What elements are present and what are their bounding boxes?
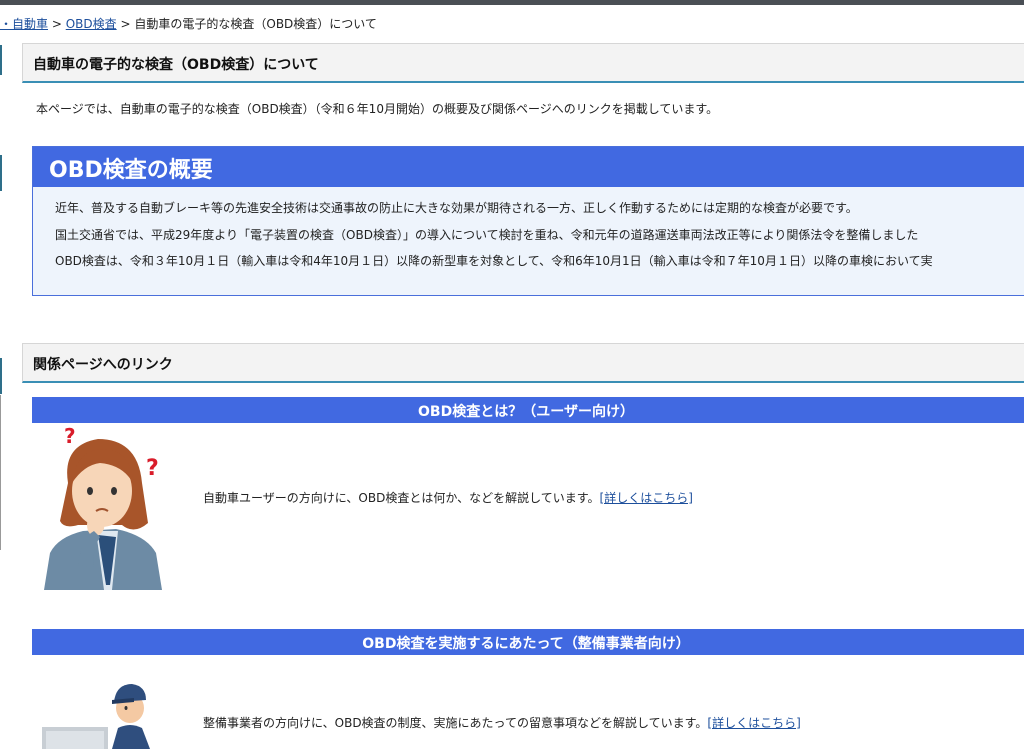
details-link[interactable]: [詳しくはこちら] [600,491,693,505]
link-item-title: OBD検査とは？（ユーザー向け） [418,404,634,420]
overview-line: OBD検査は、令和３年10月１日（輸入車は令和4年10月１日）以降の新型車を対象… [55,254,933,268]
confused-woman-illustration-icon: ? ? [44,425,162,590]
left-rule [0,358,2,394]
breadcrumb-separator: > [120,17,131,31]
overview-line: 近年、普及する自動ブレーキ等の先進安全技術は交通事故の防止に大きな効果が期待され… [55,201,858,215]
link-item-text: 自動車ユーザーの方向けに、OBD検査とは何か、などを解説しています。 [203,491,600,505]
breadcrumb-current: 自動車の電子的な検査（OBD検査）について [134,17,377,31]
breadcrumb-link-obd[interactable]: OBD検査 [66,17,117,31]
svg-text:?: ? [146,456,159,481]
left-rule [0,45,2,75]
lead-text: 本ページでは、自動車の電子的な検査（OBD検査）（令和６年10月開始）の概要及び… [36,102,719,116]
mechanic-illustration-icon [42,684,150,749]
overview-line: 国土交通省では、平成29年度より「電子装置の検査（OBD検査）」の導入について検… [55,228,919,242]
left-rule [0,395,1,550]
details-link[interactable]: [詳しくはこちら] [707,716,800,730]
link-item-text: 整備事業者の方向けに、OBD検査の制度、実施にあたっての留意事項などを解説してい… [203,716,708,730]
page-title: 自動車の電子的な検査（OBD検査）について [33,57,319,73]
window-top-bar [0,0,1024,5]
link-item-title-bar: OBD検査を実施するにあたって（整備事業者向け） [32,629,1024,655]
overview-title-bar: OBD検査の概要 [33,147,1024,187]
link-item-title-bar: OBD検査とは？（ユーザー向け） [32,397,1024,423]
page-title-bar: 自動車の電子的な検査（OBD検査）について [22,43,1024,83]
overview-title: OBD検査の概要 [49,158,213,183]
breadcrumb: ・自動車 > OBD検査 > 自動車の電子的な検査（OBD検査）について [0,15,377,31]
svg-text:?: ? [64,425,76,448]
left-rule [0,155,2,191]
breadcrumb-link-vehicle[interactable]: ・自動車 [0,17,48,31]
link-item-title: OBD検査を実施するにあたって（整備事業者向け） [362,636,690,652]
link-item-description: 自動車ユーザーの方向けに、OBD検査とは何か、などを解説しています。[詳しくはこ… [203,489,693,506]
breadcrumb-separator: > [51,17,62,31]
overview-box: OBD検査の概要 近年、普及する自動ブレーキ等の先進安全技術は交通事故の防止に大… [32,146,1024,296]
link-item-description: 整備事業者の方向けに、OBD検査の制度、実施にあたっての留意事項などを解説してい… [203,714,801,731]
links-heading: 関係ページへのリンク [33,357,173,373]
links-heading-bar: 関係ページへのリンク [22,343,1024,383]
